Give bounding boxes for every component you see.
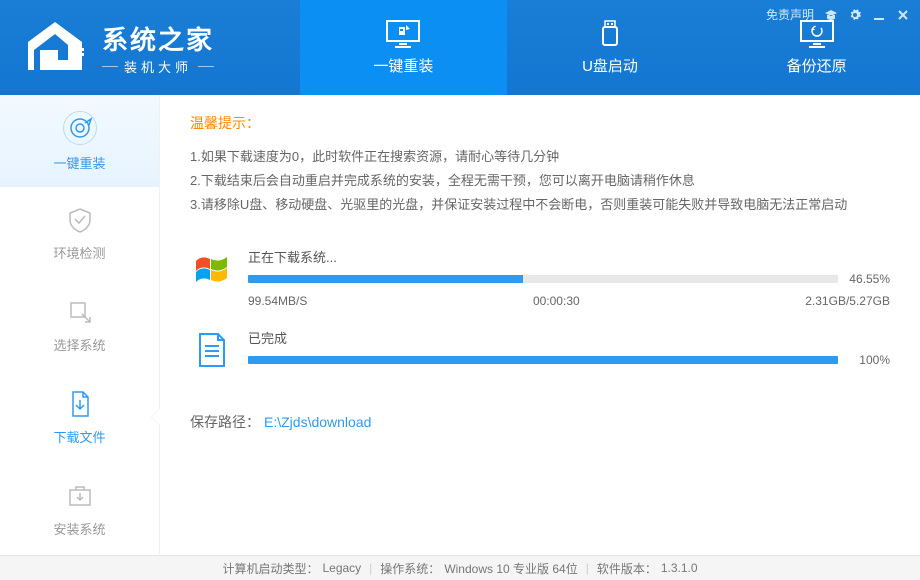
complete-label: 已完成: [248, 328, 890, 347]
select-icon: [65, 297, 95, 327]
download-file-icon: [65, 389, 95, 419]
sidebar-item-install[interactable]: 安装系统: [0, 463, 159, 555]
tab-usb-boot[interactable]: U盘启动: [507, 0, 714, 95]
tab-label: 一键重装: [373, 55, 433, 76]
shield-icon: [65, 205, 95, 235]
download-label: 正在下载系统...: [248, 247, 890, 266]
step-label: 选择系统: [53, 335, 105, 354]
os-label: 操作系统：: [380, 560, 440, 577]
logo-area: 系统之家 装机大师: [0, 0, 300, 95]
tab-label: U盘启动: [582, 55, 638, 76]
download-progress-bar: [248, 275, 838, 283]
download-size: 2.31GB/5.27GB: [805, 294, 890, 308]
main-content: 温馨提示： 1.如果下载速度为0，此时软件正在搜索资源，请耐心等待几分钟 2.下…: [160, 95, 920, 555]
titlebar-controls: 免责声明: [766, 6, 910, 23]
complete-progress-bar: [248, 356, 838, 364]
step-label: 一键重装: [53, 153, 105, 172]
complete-progress-row: 已完成 100%: [190, 328, 890, 372]
document-icon: [190, 328, 234, 372]
tips-title: 温馨提示：: [190, 113, 890, 133]
sidebar-item-env-check[interactable]: 环境检测: [0, 187, 159, 279]
tips-line: 2.下载结束后会自动重启并完成系统的安装，全程无需干预，您可以离开电脑请稍作休息: [190, 169, 890, 193]
sidebar-item-reinstall[interactable]: 一键重装: [0, 95, 159, 187]
target-icon: [65, 113, 95, 143]
tab-reinstall[interactable]: 一键重装: [300, 0, 507, 95]
install-icon: [65, 481, 95, 511]
complete-percent: 100%: [846, 353, 890, 367]
brand-subtitle: 装机大师: [102, 57, 214, 76]
sidebar-item-download[interactable]: 下载文件: [0, 371, 159, 463]
save-path-value[interactable]: E:\Zjds\download: [264, 414, 371, 430]
download-progress-row: 正在下载系统... 46.55% 99.54MB/S 00:00:30 2.31…: [190, 247, 890, 308]
backup-icon: [799, 19, 835, 49]
disclaimer-link[interactable]: 免责声明: [766, 6, 814, 23]
save-path-label: 保存路径：: [190, 414, 260, 430]
brand-title: 系统之家: [102, 20, 214, 57]
boot-type-label: 计算机启动类型：: [222, 560, 318, 577]
version-label: 软件版本：: [597, 560, 657, 577]
step-label: 环境检测: [53, 243, 105, 262]
graduation-icon[interactable]: [824, 8, 838, 22]
tips-line: 3.请移除U盘、移动硬盘、光驱里的光盘，并保证安装过程中不会断电，否则重装可能失…: [190, 193, 890, 217]
boot-type-value: Legacy: [322, 561, 361, 575]
sidebar-item-select-system[interactable]: 选择系统: [0, 279, 159, 371]
step-label: 安装系统: [53, 519, 105, 538]
sidebar: 一键重装 环境检测 选择系统 下载文件 安装系统: [0, 95, 160, 555]
version-value: 1.3.1.0: [661, 561, 698, 575]
os-value: Windows 10 专业版 64位: [444, 560, 577, 577]
close-icon[interactable]: [896, 8, 910, 22]
save-path: 保存路径：E:\Zjds\download: [190, 412, 890, 432]
download-percent: 46.55%: [846, 272, 890, 286]
header: 系统之家 装机大师 一键重装 U盘启动 备份还原 免责声明: [0, 0, 920, 95]
settings-icon[interactable]: [848, 8, 862, 22]
step-label: 下载文件: [53, 427, 105, 446]
download-eta: 00:00:30: [533, 294, 580, 308]
usb-icon: [592, 19, 628, 49]
minimize-icon[interactable]: [872, 8, 886, 22]
house-logo-icon: [20, 20, 90, 75]
tips-line: 1.如果下载速度为0，此时软件正在搜索资源，请耐心等待几分钟: [190, 145, 890, 169]
download-speed: 99.54MB/S: [248, 294, 307, 308]
status-bar: 计算机启动类型： Legacy | 操作系统： Windows 10 专业版 6…: [0, 555, 920, 580]
monitor-icon: [385, 19, 421, 49]
tab-label: 备份还原: [787, 55, 847, 76]
windows-logo-icon: [190, 247, 234, 291]
